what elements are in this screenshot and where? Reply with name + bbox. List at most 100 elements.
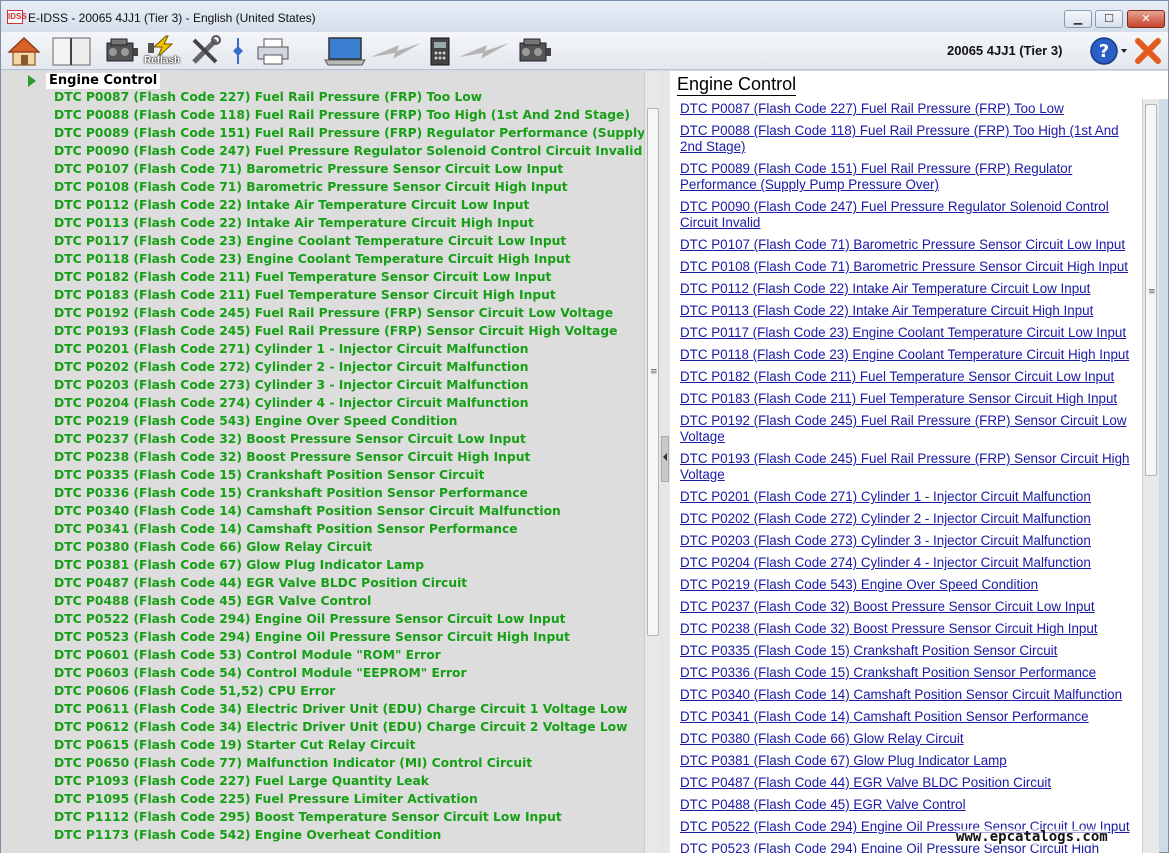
- home-button[interactable]: [7, 35, 41, 67]
- tree-item[interactable]: DTC P0335 (Flash Code 15) Crankshaft Pos…: [54, 468, 644, 486]
- content-scroll-thumb[interactable]: ≡: [1145, 104, 1157, 476]
- print-button[interactable]: [255, 35, 291, 67]
- dtc-link[interactable]: DTC P0118 (Flash Code 23) Engine Coolant…: [680, 347, 1129, 362]
- tree-scroll-thumb[interactable]: ≡: [647, 108, 659, 636]
- tree-item[interactable]: DTC P0336 (Flash Code 15) Crankshaft Pos…: [54, 486, 644, 504]
- tree-item[interactable]: DTC P0650 (Flash Code 77) Malfunction In…: [54, 756, 644, 774]
- dtc-link[interactable]: DTC P0117 (Flash Code 23) Engine Coolant…: [680, 325, 1126, 340]
- tree-item[interactable]: DTC P0118 (Flash Code 23) Engine Coolant…: [54, 252, 644, 270]
- dtc-link[interactable]: DTC P0087 (Flash Code 227) Fuel Rail Pre…: [680, 101, 1064, 116]
- dtc-link[interactable]: DTC P0335 (Flash Code 15) Crankshaft Pos…: [680, 643, 1057, 658]
- tree-item[interactable]: DTC P0193 (Flash Code 245) Fuel Rail Pre…: [54, 324, 644, 342]
- tree-item[interactable]: DTC P1173 (Flash Code 542) Engine Overhe…: [54, 828, 644, 846]
- connection-status-1: [369, 35, 423, 67]
- dtc-link-item: DTC P0088 (Flash Code 118) Fuel Rail Pre…: [680, 123, 1130, 155]
- tree-item[interactable]: DTC P0202 (Flash Code 272) Cylinder 2 - …: [54, 360, 644, 378]
- dtc-link[interactable]: DTC P0341 (Flash Code 14) Camshaft Posit…: [680, 709, 1089, 724]
- dtc-link[interactable]: DTC P0192 (Flash Code 245) Fuel Rail Pre…: [680, 413, 1127, 444]
- exit-button[interactable]: [1133, 35, 1163, 67]
- tree-item[interactable]: DTC P0341 (Flash Code 14) Camshaft Posit…: [54, 522, 644, 540]
- dtc-link-list: DTC P0087 (Flash Code 227) Fuel Rail Pre…: [680, 101, 1130, 853]
- tree-item[interactable]: DTC P1095 (Flash Code 225) Fuel Pressure…: [54, 792, 644, 810]
- dtc-link[interactable]: DTC P0090 (Flash Code 247) Fuel Pressure…: [680, 199, 1109, 230]
- tree-item[interactable]: DTC P0117 (Flash Code 23) Engine Coolant…: [54, 234, 644, 252]
- dtc-link[interactable]: DTC P0238 (Flash Code 32) Boost Pressure…: [680, 621, 1098, 636]
- tools-button[interactable]: [189, 35, 223, 67]
- ecu-device-button[interactable]: [427, 35, 453, 67]
- dtc-link[interactable]: DTC P0336 (Flash Code 15) Crankshaft Pos…: [680, 665, 1096, 680]
- help-button[interactable]: ?: [1089, 35, 1129, 67]
- close-window-button[interactable]: ✕: [1127, 10, 1165, 28]
- vehicle-engine-button[interactable]: [514, 35, 554, 67]
- engine-button[interactable]: [101, 35, 141, 67]
- dtc-link[interactable]: DTC P0182 (Flash Code 211) Fuel Temperat…: [680, 369, 1114, 384]
- tree-item[interactable]: DTC P0192 (Flash Code 245) Fuel Rail Pre…: [54, 306, 644, 324]
- tree-item[interactable]: DTC P0487 (Flash Code 44) EGR Valve BLDC…: [54, 576, 644, 594]
- dtc-link[interactable]: DTC P0380 (Flash Code 66) Glow Relay Cir…: [680, 731, 964, 746]
- tree-item[interactable]: DTC P0089 (Flash Code 151) Fuel Rail Pre…: [54, 126, 644, 144]
- reflash-button[interactable]: Reflash: [144, 35, 184, 67]
- tree-root-node[interactable]: Engine Control: [28, 73, 161, 89]
- tree-item[interactable]: DTC P0087 (Flash Code 227) Fuel Rail Pre…: [54, 90, 644, 108]
- dtc-link[interactable]: DTC P0204 (Flash Code 274) Cylinder 4 - …: [680, 555, 1091, 570]
- laptop-button[interactable]: [323, 35, 367, 67]
- tree-item[interactable]: DTC P0606 (Flash Code 51,52) CPU Error: [54, 684, 644, 702]
- tree-item[interactable]: DTC P0522 (Flash Code 294) Engine Oil Pr…: [54, 612, 644, 630]
- dtc-link[interactable]: DTC P0108 (Flash Code 71) Barometric Pre…: [680, 259, 1128, 274]
- tree-item[interactable]: DTC P0611 (Flash Code 34) Electric Drive…: [54, 702, 644, 720]
- collapse-pane-button[interactable]: [661, 436, 669, 482]
- maximize-button[interactable]: ☐: [1095, 10, 1123, 28]
- content-scrollbar[interactable]: ≡: [1142, 99, 1159, 853]
- dtc-link-item: DTC P0117 (Flash Code 23) Engine Coolant…: [680, 325, 1130, 341]
- tree-item[interactable]: DTC P0107 (Flash Code 71) Barometric Pre…: [54, 162, 644, 180]
- dtc-link[interactable]: DTC P0203 (Flash Code 273) Cylinder 3 - …: [680, 533, 1091, 548]
- dtc-link[interactable]: DTC P0340 (Flash Code 14) Camshaft Posit…: [680, 687, 1122, 702]
- tree-item[interactable]: DTC P0601 (Flash Code 53) Control Module…: [54, 648, 644, 666]
- tree-item[interactable]: DTC P0108 (Flash Code 71) Barometric Pre…: [54, 180, 644, 198]
- expand-arrow-icon[interactable]: [28, 75, 36, 87]
- dtc-link[interactable]: DTC P0193 (Flash Code 245) Fuel Rail Pre…: [680, 451, 1130, 482]
- dtc-link[interactable]: DTC P0202 (Flash Code 272) Cylinder 2 - …: [680, 511, 1091, 526]
- manual-button[interactable]: [50, 35, 94, 67]
- dtc-link[interactable]: DTC P0201 (Flash Code 271) Cylinder 1 - …: [680, 489, 1091, 504]
- tree-item[interactable]: DTC P0340 (Flash Code 14) Camshaft Posit…: [54, 504, 644, 522]
- dtc-link-item: DTC P0192 (Flash Code 245) Fuel Rail Pre…: [680, 413, 1130, 445]
- tree-item[interactable]: DTC P1112 (Flash Code 295) Boost Tempera…: [54, 810, 644, 828]
- dtc-link[interactable]: DTC P0088 (Flash Code 118) Fuel Rail Pre…: [680, 123, 1119, 154]
- minimize-button[interactable]: ▁: [1064, 10, 1092, 28]
- tree-item[interactable]: DTC P0237 (Flash Code 32) Boost Pressure…: [54, 432, 644, 450]
- tree-item[interactable]: DTC P0113 (Flash Code 22) Intake Air Tem…: [54, 216, 644, 234]
- tree-item[interactable]: DTC P0183 (Flash Code 211) Fuel Temperat…: [54, 288, 644, 306]
- tree-item[interactable]: DTC P0112 (Flash Code 22) Intake Air Tem…: [54, 198, 644, 216]
- dtc-link[interactable]: DTC P0237 (Flash Code 32) Boost Pressure…: [680, 599, 1095, 614]
- tree-item[interactable]: DTC P0088 (Flash Code 118) Fuel Rail Pre…: [54, 108, 644, 126]
- tree-item[interactable]: DTC P0523 (Flash Code 294) Engine Oil Pr…: [54, 630, 644, 648]
- dtc-link[interactable]: DTC P0113 (Flash Code 22) Intake Air Tem…: [680, 303, 1093, 318]
- tree-item[interactable]: DTC P0204 (Flash Code 274) Cylinder 4 - …: [54, 396, 644, 414]
- pane-splitter[interactable]: [660, 71, 670, 853]
- tree-item[interactable]: DTC P0615 (Flash Code 19) Starter Cut Re…: [54, 738, 644, 756]
- dtc-link[interactable]: DTC P0219 (Flash Code 543) Engine Over S…: [680, 577, 1038, 592]
- tree-item[interactable]: DTC P0380 (Flash Code 66) Glow Relay Cir…: [54, 540, 644, 558]
- tree-item[interactable]: DTC P0201 (Flash Code 271) Cylinder 1 - …: [54, 342, 644, 360]
- tree-item[interactable]: DTC P0090 (Flash Code 247) Fuel Pressure…: [54, 144, 644, 162]
- dtc-link[interactable]: DTC P0089 (Flash Code 151) Fuel Rail Pre…: [680, 161, 1072, 192]
- tree-item[interactable]: DTC P1093 (Flash Code 227) Fuel Large Qu…: [54, 774, 644, 792]
- tree-item[interactable]: DTC P0182 (Flash Code 211) Fuel Temperat…: [54, 270, 644, 288]
- tree-item[interactable]: DTC P0612 (Flash Code 34) Electric Drive…: [54, 720, 644, 738]
- dtc-link[interactable]: DTC P0107 (Flash Code 71) Barometric Pre…: [680, 237, 1125, 252]
- tree-item[interactable]: DTC P0238 (Flash Code 32) Boost Pressure…: [54, 450, 644, 468]
- dtc-link[interactable]: DTC P0488 (Flash Code 45) EGR Valve Cont…: [680, 797, 966, 812]
- dtc-link[interactable]: DTC P0112 (Flash Code 22) Intake Air Tem…: [680, 281, 1090, 296]
- tree-item[interactable]: DTC P0381 (Flash Code 67) Glow Plug Indi…: [54, 558, 644, 576]
- dtc-link[interactable]: DTC P0183 (Flash Code 211) Fuel Temperat…: [680, 391, 1117, 406]
- app-logo-icon: IDSS: [7, 10, 27, 24]
- tree-scrollbar[interactable]: ≡: [644, 71, 660, 853]
- tree-item[interactable]: DTC P0488 (Flash Code 45) EGR Valve Cont…: [54, 594, 644, 612]
- tree-item[interactable]: DTC P0203 (Flash Code 273) Cylinder 3 - …: [54, 378, 644, 396]
- tree-item[interactable]: DTC P0219 (Flash Code 543) Engine Over S…: [54, 414, 644, 432]
- tree-item[interactable]: DTC P0603 (Flash Code 54) Control Module…: [54, 666, 644, 684]
- pane-toggle-button[interactable]: [231, 35, 245, 67]
- dtc-link[interactable]: DTC P0487 (Flash Code 44) EGR Valve BLDC…: [680, 775, 1051, 790]
- dtc-link[interactable]: DTC P0381 (Flash Code 67) Glow Plug Indi…: [680, 753, 1007, 768]
